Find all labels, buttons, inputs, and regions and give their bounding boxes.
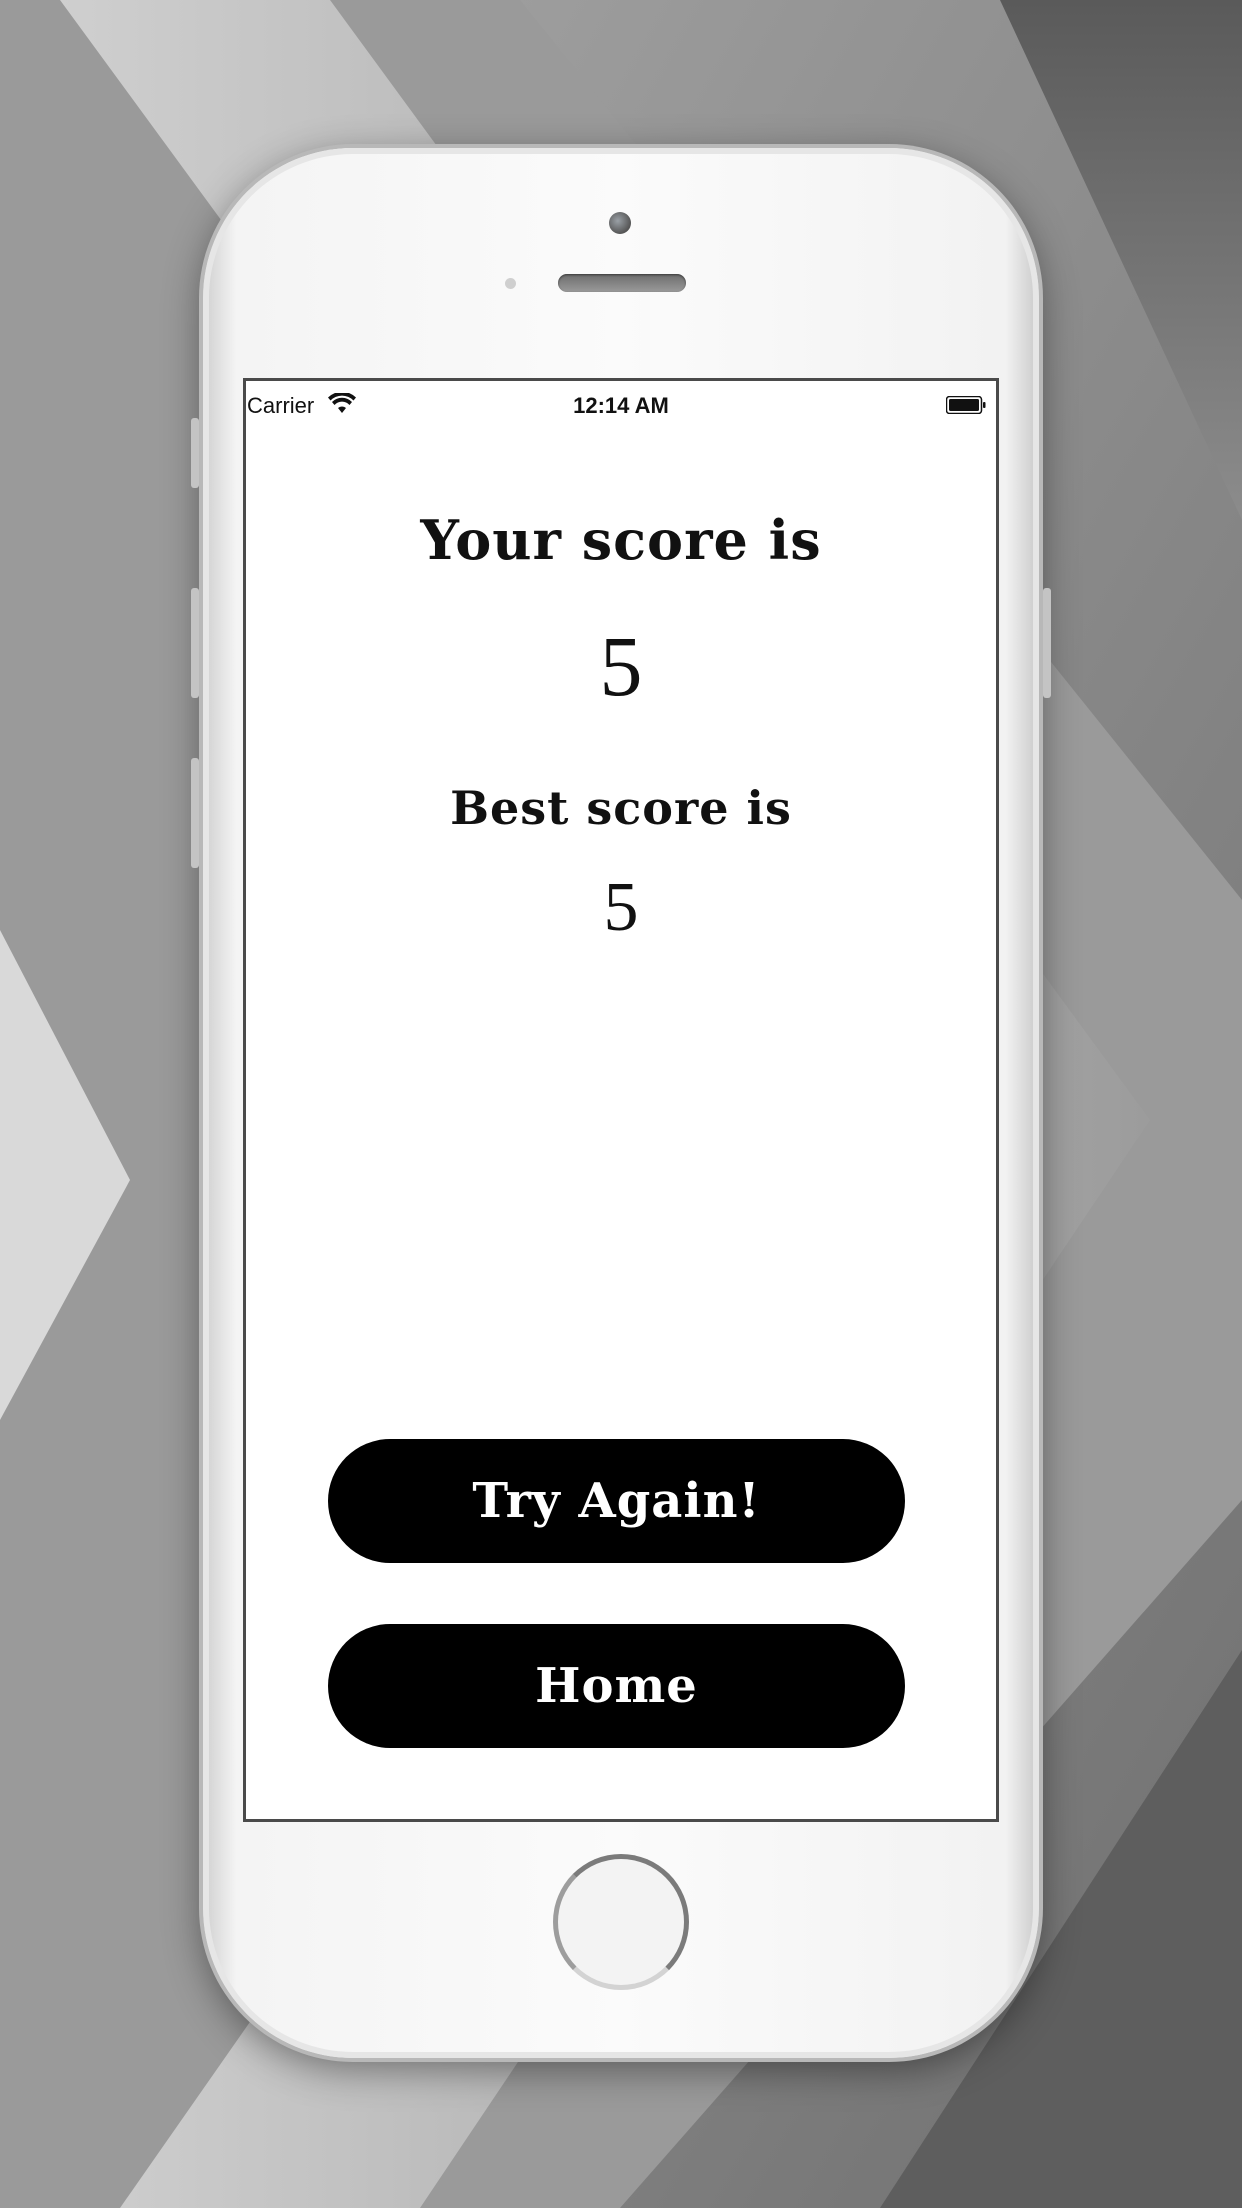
best-score-value: 5 [603, 869, 639, 946]
status-bar: Carrier 12:14 AM [246, 381, 996, 429]
volume-down-button [191, 758, 199, 868]
earpiece-speaker [558, 274, 686, 292]
home-hardware-button[interactable] [553, 1854, 689, 1990]
your-score-value: 5 [599, 618, 643, 714]
your-score-label: Your score is [420, 508, 822, 572]
power-button [1043, 588, 1051, 698]
best-score-label: Best score is [450, 781, 792, 835]
home-button[interactable]: Home [328, 1624, 905, 1748]
volume-up-button [191, 588, 199, 698]
status-time: 12:14 AM [573, 393, 669, 418]
proximity-sensor [505, 278, 516, 289]
battery-icon [946, 396, 986, 414]
mute-switch [191, 418, 199, 488]
front-camera-icon [609, 212, 631, 234]
try-again-button[interactable]: Try Again! [328, 1439, 905, 1563]
app-screen: Carrier 12:14 AM Your score is 5 Best sc… [243, 378, 999, 1822]
